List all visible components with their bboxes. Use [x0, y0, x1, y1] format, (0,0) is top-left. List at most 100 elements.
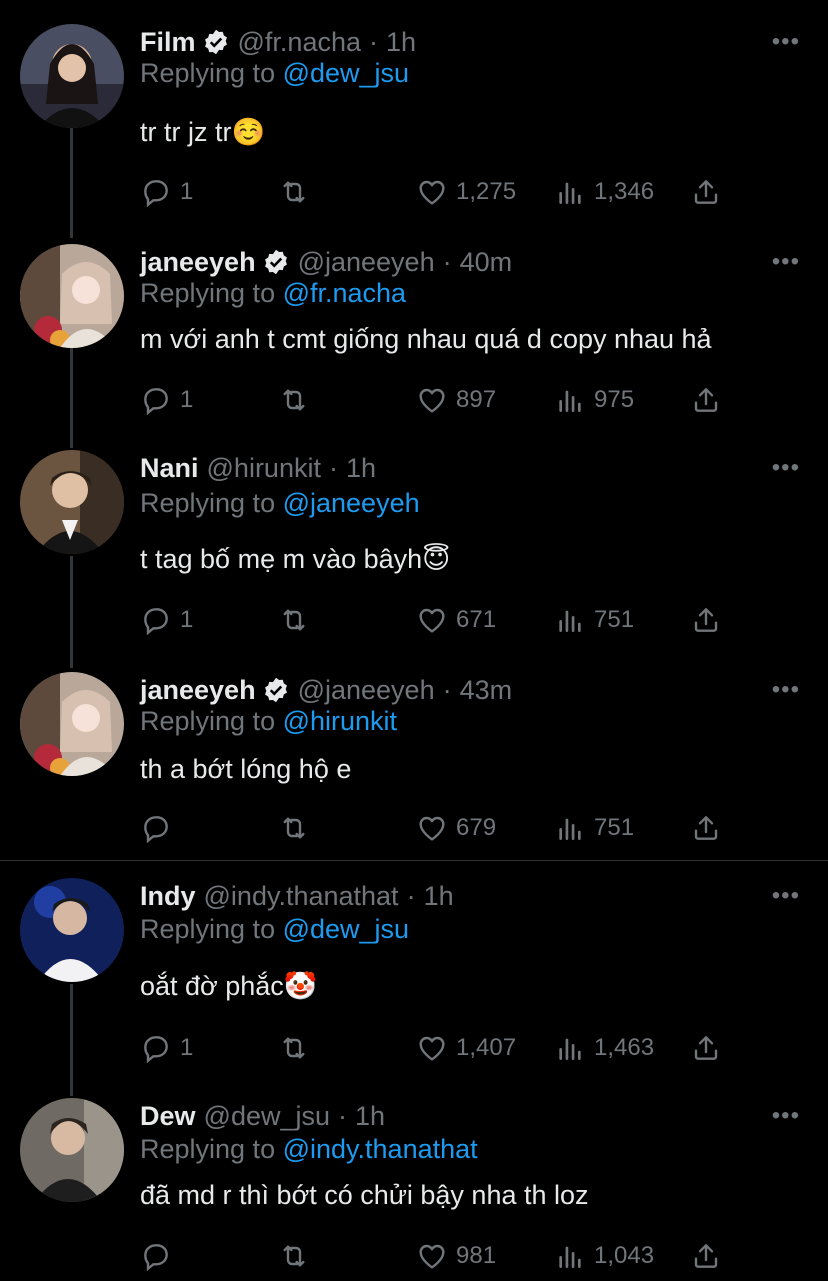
display-name[interactable]: Indy [140, 881, 196, 912]
avatar[interactable] [20, 672, 124, 776]
tweet[interactable]: Film @fr.nacha · 1h ••• Replying to @dew… [0, 24, 828, 224]
like-count: 981 [456, 1242, 497, 1269]
retweet-button[interactable] [278, 380, 310, 420]
views-icon [559, 610, 581, 632]
avatar[interactable] [20, 450, 124, 554]
more-icon[interactable]: ••• [772, 676, 800, 704]
handle[interactable]: @hirunkit [207, 453, 321, 484]
action-bar: 1 671 751 [140, 600, 740, 640]
reply-button[interactable]: 1 [140, 172, 193, 212]
timestamp[interactable]: 1h [346, 453, 376, 484]
retweet-button[interactable] [278, 1028, 310, 1068]
reply-icon [144, 180, 168, 208]
retweet-icon [283, 817, 305, 839]
views-button[interactable]: 751 [554, 808, 634, 848]
retweet-button[interactable] [278, 808, 310, 848]
more-icon[interactable]: ••• [772, 248, 800, 276]
action-bar: 1 897 975 [140, 380, 740, 420]
handle[interactable]: @janeeyeh [298, 675, 435, 706]
views-button[interactable]: 975 [554, 380, 634, 420]
share-icon [694, 180, 718, 204]
tweet-header: janeeyeh @janeeyeh · 40m [140, 244, 512, 280]
timestamp[interactable]: 1h [386, 27, 416, 58]
handle[interactable]: @fr.nacha [238, 27, 361, 58]
reply-icon [144, 608, 168, 636]
tweet-header: Nani @hirunkit · 1h [140, 450, 376, 486]
like-icon [419, 816, 445, 841]
display-name[interactable]: janeeyeh [140, 675, 256, 706]
timestamp[interactable]: 40m [460, 247, 513, 278]
share-icon [694, 1036, 718, 1060]
handle[interactable]: @indy.thanathat [204, 881, 399, 912]
like-button[interactable]: 679 [416, 808, 496, 848]
replying-to-label: Replying to [140, 1134, 283, 1164]
handle[interactable]: @janeeyeh [298, 247, 435, 278]
like-icon [419, 1036, 445, 1061]
reply-to-mention[interactable]: @janeeyeh [283, 488, 420, 518]
more-icon[interactable]: ••• [772, 454, 800, 482]
retweet-button[interactable] [278, 172, 310, 212]
reply-to-mention[interactable]: @dew_jsu [283, 58, 409, 88]
share-button[interactable] [690, 1028, 722, 1068]
avatar[interactable] [20, 24, 124, 128]
views-button[interactable]: 751 [554, 600, 634, 640]
reply-button[interactable]: 1 [140, 1028, 193, 1068]
tweet[interactable]: janeeyeh @janeeyeh · 40m ••• Replying to… [0, 244, 828, 444]
replying-to: Replying to @dew_jsu [140, 914, 409, 945]
display-name[interactable]: Dew [140, 1101, 196, 1132]
retweet-button[interactable] [278, 1236, 310, 1276]
share-button[interactable] [690, 600, 722, 640]
share-button[interactable] [690, 808, 722, 848]
views-button[interactable]: 1,346 [554, 172, 654, 212]
handle[interactable]: @dew_jsu [204, 1101, 330, 1132]
retweet-button[interactable] [278, 600, 310, 640]
tweet[interactable]: Indy @indy.thanathat · 1h ••• Replying t… [0, 878, 828, 1078]
display-name[interactable]: Film [140, 27, 196, 58]
tweet[interactable]: janeeyeh @janeeyeh · 43m ••• Replying to… [0, 672, 828, 852]
share-button[interactable] [690, 172, 722, 212]
timestamp[interactable]: 43m [460, 675, 513, 706]
more-icon[interactable]: ••• [772, 28, 800, 56]
display-name[interactable]: janeeyeh [140, 247, 256, 278]
reply-button[interactable] [140, 808, 180, 848]
avatar[interactable] [20, 878, 124, 982]
views-button[interactable]: 1,463 [554, 1028, 654, 1068]
like-button[interactable]: 1,407 [416, 1028, 516, 1068]
share-button[interactable] [690, 380, 722, 420]
reply-button[interactable]: 1 [140, 600, 193, 640]
verified-badge-icon [264, 249, 287, 275]
replying-to-label: Replying to [140, 706, 283, 736]
views-icon [559, 182, 581, 204]
reply-button[interactable] [140, 1236, 180, 1276]
replying-to-label: Replying to [140, 488, 283, 518]
views-button[interactable]: 1,043 [554, 1236, 654, 1276]
like-count: 671 [456, 606, 497, 633]
reply-button[interactable]: 1 [140, 380, 193, 420]
timestamp[interactable]: 1h [355, 1101, 385, 1132]
reply-to-mention[interactable]: @dew_jsu [283, 914, 409, 944]
reply-to-mention[interactable]: @fr.nacha [283, 278, 406, 308]
views-icon [559, 818, 581, 840]
views-icon [559, 1038, 581, 1060]
share-button[interactable] [690, 1236, 722, 1276]
like-button[interactable]: 671 [416, 600, 496, 640]
like-button[interactable]: 981 [416, 1236, 496, 1276]
like-button[interactable]: 1,275 [416, 172, 516, 212]
reply-to-mention[interactable]: @hirunkit [283, 706, 397, 736]
views-count: 1,043 [594, 1242, 655, 1269]
more-icon[interactable]: ••• [772, 1102, 800, 1130]
separator-dot: · [338, 1100, 348, 1131]
reply-to-mention[interactable]: @indy.thanathat [283, 1134, 478, 1164]
more-icon[interactable]: ••• [772, 882, 800, 910]
retweet-icon [283, 181, 305, 203]
avatar[interactable] [20, 1098, 124, 1202]
views-icon [559, 1246, 581, 1268]
display-name[interactable]: Nani [140, 453, 199, 484]
avatar[interactable] [20, 244, 124, 348]
like-button[interactable]: 897 [416, 380, 496, 420]
tweet[interactable]: Nani @hirunkit · 1h ••• Replying to @jan… [0, 450, 828, 650]
action-bar: 1 1,275 1,346 [140, 172, 740, 212]
like-count: 679 [456, 814, 497, 841]
timestamp[interactable]: 1h [424, 881, 454, 912]
tweet[interactable]: Dew @dew_jsu · 1h ••• Replying to @indy.… [0, 1098, 828, 1281]
